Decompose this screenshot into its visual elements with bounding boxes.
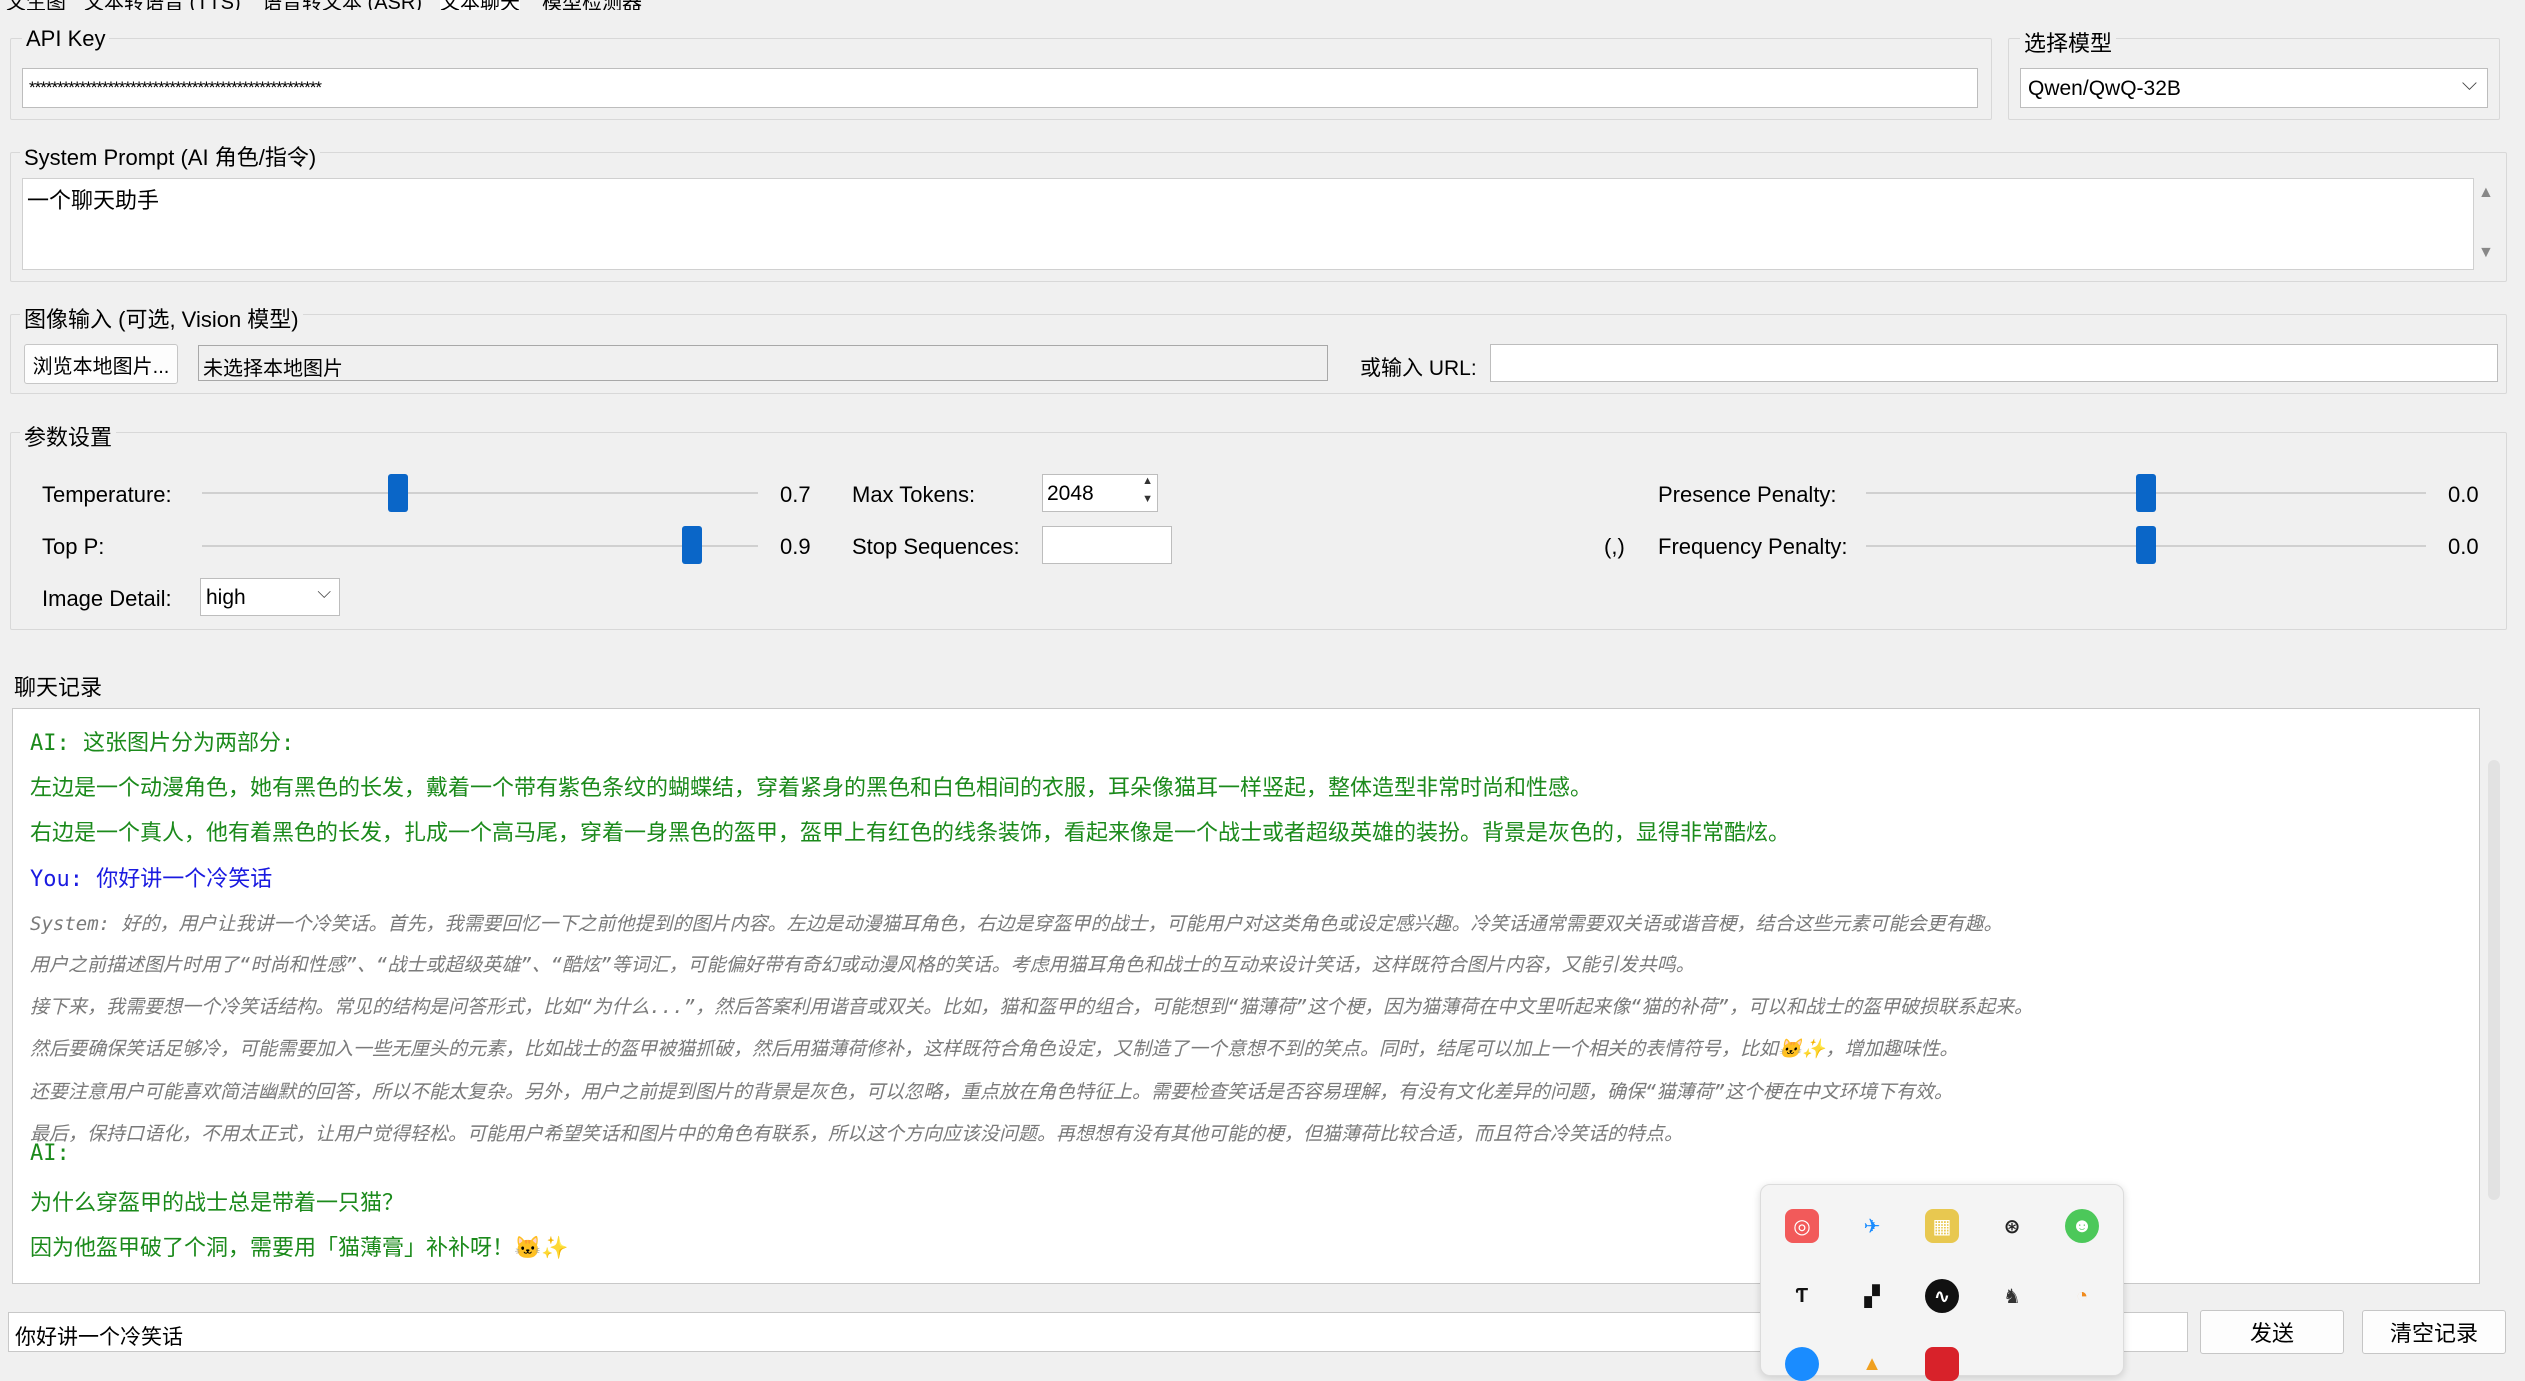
file-status-text: 未选择本地图片 [203, 358, 343, 380]
browse-image-button[interactable]: 浏览本地图片... [24, 344, 178, 384]
scrollbar-down-arrow-icon[interactable]: ▼ [2478, 244, 2494, 262]
app-warning-icon[interactable]: ▲ [1855, 1347, 1889, 1381]
chat-line: 右边是一个真人，他有着黑色的长发，扎成一个高马尾，穿着一身黑色的盔甲，盔甲上有红… [30, 821, 1791, 846]
temperature-slider-handle[interactable] [388, 474, 408, 512]
chat-line: 左边是一个动漫角色，她有黑色的长发，戴着一个带有紫色条纹的蝴蝶结，穿着紧身的黑色… [30, 776, 1593, 801]
system-prompt-value: 一个聊天助手 [27, 189, 160, 214]
system-prompt-textarea[interactable]: 一个聊天助手 [22, 178, 2474, 270]
params-label: 参数设置 [20, 420, 117, 452]
chat-line: 还要注意用户可能喜欢简洁幽默的回答，所以不能太复杂。另外，用户之前提到图片的背景… [30, 1081, 1953, 1103]
app-pulse-icon[interactable]: ∿ [1925, 1279, 1959, 1313]
spin-up-icon[interactable]: ▲ [1142, 475, 1153, 487]
stop-sequences-input[interactable] [1042, 526, 1172, 564]
top-p-label: Top P: [42, 534, 105, 559]
tab-text-to-image[interactable]: 文生图 [6, 0, 66, 10]
temperature-label: Temperature: [42, 482, 172, 507]
frequency-penalty-value: 0.0 [2448, 534, 2479, 559]
presence-penalty-label: Presence Penalty: [1658, 482, 1837, 507]
image-detail-label: Image Detail: [42, 586, 172, 611]
model-select[interactable]: Qwen/QwQ-32B ⌵ [2020, 68, 2488, 108]
send-button[interactable]: 发送 [2200, 1310, 2344, 1354]
chat-line: AI: 这张图片分为两部分: [30, 731, 295, 756]
max-tokens-spinbox[interactable]: 2048 ▲ ▼ [1042, 474, 1158, 512]
params-group [10, 432, 2507, 630]
stop-sequences-hint: (,) [1604, 534, 1625, 559]
frequency-penalty-slider-handle[interactable] [2136, 526, 2156, 564]
top-p-value: 0.9 [780, 534, 811, 559]
file-status-field: 未选择本地图片 [198, 345, 1328, 381]
top-p-slider-handle[interactable] [682, 526, 702, 564]
chevron-down-icon: ⌵ [317, 582, 331, 602]
chat-line: You: 你好讲一个冷笑话 [30, 867, 273, 892]
message-input-value: 你好讲一个冷笑话 [15, 1326, 183, 1349]
tab-chat[interactable]: 文本聊天 [440, 0, 520, 10]
api-key-label: API Key [22, 26, 110, 52]
chat-line: AI: [30, 1141, 70, 1166]
max-tokens-value: 2048 [1047, 482, 1094, 505]
chevron-down-icon: ⌵ [2461, 73, 2477, 95]
chat-line: 然后要确保笑话足够冷，可能需要加入一些无厘头的元素，比如战士的盔甲被猫抓破，然后… [30, 1038, 1959, 1060]
chat-line: 因为他盔甲破了个洞，需要用「猫薄膏」补补呀！🐱✨ [30, 1236, 569, 1261]
top-p-slider-track [202, 545, 758, 547]
chat-line: System: 好的，用户让我讲一个冷笑话。首先，我需要回忆一下之前他提到的图片… [30, 913, 2003, 935]
image-detail-value: high [206, 586, 246, 609]
chat-scrollbar[interactable] [2488, 760, 2500, 1200]
app-red-icon[interactable]: ◎ [1785, 1209, 1819, 1243]
chat-line: 为什么穿盔甲的战士总是带着一只猫？ [30, 1191, 405, 1216]
model-value: Qwen/QwQ-32B [2028, 77, 2181, 100]
chat-line: 用户之前描述图片时用了“时尚和性感”、“战士或超级英雄”、“酷炫”等词汇，可能偏… [30, 954, 1695, 976]
image-url-input[interactable] [1490, 344, 2498, 382]
app-red-square-icon[interactable] [1925, 1347, 1959, 1381]
app-tb-icon[interactable]: Ƭ [1785, 1279, 1819, 1313]
app-green-cat-icon[interactable]: ☻ [2065, 1209, 2099, 1243]
temperature-value: 0.7 [780, 482, 811, 507]
frequency-penalty-label: Frequency Penalty: [1658, 534, 1848, 559]
tab-model-detector[interactable]: 模型检测器 [542, 0, 642, 10]
chat-line: 接下来，我需要想一个冷笑话结构。常见的结构是问答形式，比如“为什么...”，然后… [30, 996, 2033, 1018]
image-input-label: 图像输入 (可选, Vision 模型) [20, 302, 303, 334]
temperature-slider-track [202, 492, 758, 494]
chat-line: 最后，保持口语化，不用太正式，让用户觉得轻松。可能用户希望笑话和图片中的角色有联… [30, 1123, 1684, 1145]
url-label: 或输入 URL: [1360, 357, 1477, 380]
clear-history-button[interactable]: 清空记录 [2362, 1310, 2506, 1354]
app-grid-icon[interactable]: ▞ [1855, 1279, 1889, 1313]
max-tokens-label: Max Tokens: [852, 482, 976, 507]
system-prompt-label: System Prompt (AI 角色/指令) [20, 140, 321, 172]
spin-down-icon[interactable]: ▼ [1142, 493, 1153, 505]
model-label: 选择模型 [2020, 26, 2117, 58]
app-cat-icon[interactable]: ♞ [1995, 1279, 2029, 1313]
tab-bar: 文生图 文本转语音 (TTS) 语音转文本 (ASR) 文本聊天 模型检测器 [0, 0, 2525, 10]
app-picture-icon[interactable]: ▦ [1925, 1209, 1959, 1243]
app-bird-icon[interactable]: ✈ [1855, 1209, 1889, 1243]
tab-tts[interactable]: 文本转语音 (TTS) [84, 0, 241, 10]
presence-penalty-value: 0.0 [2448, 482, 2479, 507]
tab-asr[interactable]: 语音转文本 (ASR) [262, 0, 422, 10]
app-orange-ring-icon[interactable]: ◔ [2065, 1279, 2099, 1313]
scrollbar-up-arrow-icon[interactable]: ▲ [2478, 184, 2494, 202]
system-tray-popup: ◎ ✈ ▦ ⊛ ☻ Ƭ ▞ ∿ ♞ ◔ ▲ [1760, 1184, 2124, 1381]
chat-history-label: 聊天记录 [14, 675, 103, 700]
api-key-input[interactable]: ****************************************… [22, 68, 1978, 108]
presence-penalty-slider-handle[interactable] [2136, 474, 2156, 512]
api-key-value: ****************************************… [29, 78, 322, 97]
app-blue-icon[interactable] [1785, 1347, 1819, 1381]
image-detail-select[interactable]: high ⌵ [200, 578, 340, 616]
app-openai-icon[interactable]: ⊛ [1995, 1209, 2029, 1243]
stop-sequences-label: Stop Sequences: [852, 534, 1020, 559]
